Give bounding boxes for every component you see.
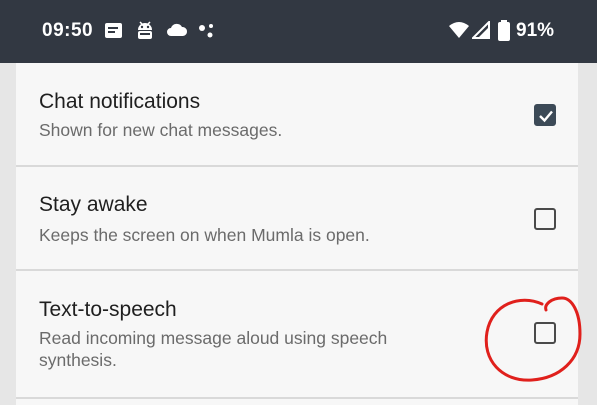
assistant-icon [198, 22, 216, 45]
left-edge [0, 63, 16, 405]
pref-title: Chat notifications [39, 90, 201, 113]
pref-stay-awake[interactable]: Stay awake Keeps the screen on when Muml… [16, 167, 578, 271]
status-bar: 09:50 91% [0, 0, 597, 63]
pref-chat-notifications[interactable]: Chat notifications Shown for new chat me… [16, 63, 578, 167]
notes-icon [104, 22, 124, 45]
red-circle-annotation [484, 296, 582, 382]
stay-awake-checkbox[interactable] [534, 208, 556, 230]
signal-icon [470, 19, 490, 44]
pref-summary: Shown for new chat messages. [39, 120, 283, 140]
pref-summary: Read incoming message aloud using speech… [39, 328, 388, 370]
chat-notifications-checkbox[interactable] [534, 104, 556, 126]
pref-summary: Keeps the screen on when Mumla is open. [39, 225, 370, 245]
cloud-icon [166, 22, 188, 43]
android-debug-icon [134, 20, 156, 47]
battery-percent: 91% [516, 20, 555, 41]
wifi-icon [448, 21, 470, 44]
check-icon [539, 110, 553, 123]
battery-icon [498, 20, 510, 46]
status-time: 09:50 [42, 20, 94, 41]
pref-title: Text-to-speech [39, 298, 177, 321]
pref-title: Stay awake [39, 193, 148, 216]
